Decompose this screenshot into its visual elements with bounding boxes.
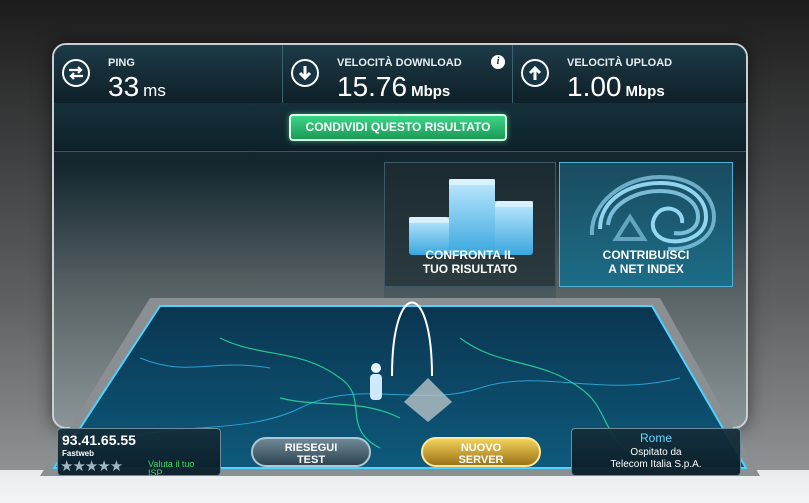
retest-button[interactable]: RIESEGUI TEST [251,437,371,467]
ping-unit: ms [143,81,166,100]
results-bar: PING 33 ms VELOCITÀ DOWNLOAD 15.76 Mbps i … [54,45,746,104]
client-info: 93.41.65.55 Fastweb ★★★★★ Valuta il tuo … [57,428,221,478]
download-label: VELOCITÀ DOWNLOAD [337,57,462,69]
arrow-up-icon [521,59,549,87]
download-number: 15.76 [337,71,408,102]
contribute-caption-line1: CONTRIBUISCI [602,248,690,262]
compare-caption: CONFRONTA IL TUO RISULTATO [385,248,555,276]
rate-isp-line2: ISP [148,468,163,478]
ping-number: 33 [108,71,140,102]
compare-caption-line1: CONFRONTA IL [425,248,515,262]
download-value: 15.76 Mbps [337,71,450,103]
client-ip: 93.41.65.55 [62,432,136,448]
contribute-caption: CONTRIBUISCI A NET INDEX [560,248,732,276]
upload-number: 1.00 [567,71,622,102]
upload-label: VELOCITÀ UPLOAD [567,57,673,69]
host-name: Telecom Italia S.p.A. [610,459,702,470]
download-stat: VELOCITÀ DOWNLOAD 15.76 Mbps i [282,45,513,103]
user-pin-icon [370,363,382,400]
bar-chart-icon [409,179,533,255]
hosted-by-label: Ospitato da [630,447,682,458]
server-host: Ospitato da Telecom Italia S.p.A. [572,447,740,471]
isp-rating-stars[interactable]: ★★★★★ [60,457,123,475]
rate-isp-link[interactable]: Valuta il tuo ISP [148,460,194,478]
retest-line2: TEST [296,454,326,466]
server-info: Rome Ospitato da Telecom Italia S.p.A. [571,428,741,476]
arrow-down-icon [291,59,319,87]
new-server-line1: NUOVO [460,442,502,454]
download-unit: Mbps [411,83,451,100]
info-icon[interactable]: i [491,55,505,69]
ping-label: PING [108,57,135,69]
new-server-button[interactable]: NUOVO SERVER [421,437,541,467]
upload-unit: Mbps [625,83,665,100]
retest-line1: RIESEGUI [284,442,338,454]
ping-stat: PING 33 ms [54,45,282,103]
share-result-button[interactable]: CONDIVIDI QUESTO RISULTATO [289,114,507,141]
swap-arrows-icon [62,59,90,87]
compare-result-tile[interactable]: CONFRONTA IL TUO RISULTATO [384,162,556,287]
contribute-caption-line2: A NET INDEX [608,262,684,276]
share-row: CONDIVIDI QUESTO RISULTATO [54,103,746,152]
upload-value: 1.00 Mbps [567,71,665,103]
contribute-net-index-tile[interactable]: CONTRIBUISCI A NET INDEX [559,162,733,287]
upload-stat: VELOCITÀ UPLOAD 1.00 Mbps [512,45,746,103]
ping-value: 33 ms [108,71,166,103]
server-city: Rome [639,431,672,445]
net-index-icon [589,174,717,252]
compare-caption-line2: TUO RISULTATO [422,262,518,276]
new-server-line2: SERVER [458,454,504,466]
